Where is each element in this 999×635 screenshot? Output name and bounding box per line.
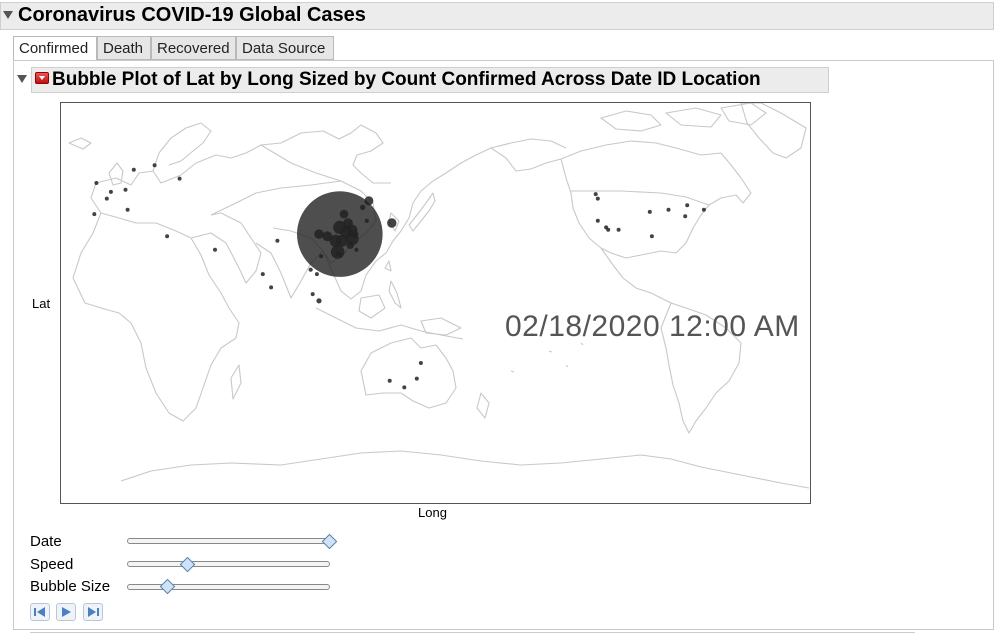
bubble-point[interactable] [387,218,397,228]
bubble-point[interactable] [314,229,324,239]
map-canada [560,140,752,204]
bubble-point[interactable] [316,298,322,304]
map-usa-west [560,158,612,254]
date-slider-label: Date [30,533,62,550]
bubble-point[interactable] [336,234,348,247]
map-madagascar [230,364,242,400]
bubble-point[interactable] [322,231,333,242]
bubble-point[interactable] [683,214,688,219]
map-australia [360,337,457,409]
bubble-point[interactable] [593,192,598,197]
bubble-point[interactable] [647,209,652,214]
map-usa [610,194,744,259]
bubble-plot[interactable] [61,103,810,503]
bubble-point[interactable] [402,385,407,390]
bubble-size-slider[interactable] [127,584,330,590]
bubble-size-slider-label: Bubble Size [30,578,111,595]
bubble-point[interactable] [335,252,340,257]
bubble-point[interactable] [260,272,265,277]
bubble-point[interactable] [595,196,600,201]
map-borneo [358,294,386,319]
map-greenland [740,103,807,159]
map-alaska [490,147,562,172]
map-scandinavia [152,122,212,172]
tab-recovered[interactable]: Recovered [151,36,236,60]
bubble-point[interactable] [319,254,324,259]
date-slider[interactable] [127,538,330,544]
map-iceland [68,137,92,150]
report-title: Bubble Plot of Lat by Long Sized by Coun… [52,69,761,90]
window-title: Coronavirus COVID-19 Global Cases [18,4,366,26]
bubble-point[interactable] [330,245,345,259]
map-taiwan [384,260,392,272]
bubble-point[interactable] [308,267,313,272]
speed-slider[interactable] [127,561,330,567]
step-back-button[interactable] [30,603,50,621]
bubble-point[interactable] [595,218,600,223]
bubble-point[interactable] [213,247,217,252]
step-forward-button[interactable] [83,603,103,621]
map-middle-east [190,212,262,284]
bubble-point[interactable] [685,203,690,208]
bottom-divider [30,632,915,633]
bubble-plot-frame[interactable] [60,102,811,504]
bubble-point[interactable] [364,196,374,206]
bubble-point[interactable] [604,225,609,230]
tab-data-source[interactable]: Data Source [236,36,334,60]
map-new-zealand [476,392,490,419]
play-icon [62,607,71,617]
collapse-report-icon[interactable] [17,75,27,83]
bubble-point[interactable] [131,167,136,172]
map-africa [72,212,240,422]
bubble-point[interactable] [108,189,113,194]
bubble-point[interactable] [666,207,671,212]
collapse-outline-icon[interactable] [3,11,13,19]
bubble-point[interactable] [360,204,366,211]
bubble-point[interactable] [314,272,319,277]
step-back-icon [34,607,45,617]
bubble-point[interactable] [94,181,99,185]
bubble-point[interactable] [418,361,423,365]
bubble-point[interactable] [177,176,182,181]
speed-slider-label: Speed [30,556,74,573]
bubble-point[interactable] [125,207,130,212]
bubble-point[interactable] [343,218,353,228]
bubble-point[interactable] [354,247,359,252]
bubble-series [92,163,706,390]
x-axis-label: Long [418,505,447,520]
step-forward-icon [88,607,99,617]
bubble-point[interactable] [414,376,419,381]
map-us-border [571,190,710,206]
bubble-point[interactable] [350,230,359,239]
bubble-point[interactable] [104,196,109,201]
current-date-overlay: 02/18/2020 12:00 AM [505,310,800,343]
bubble-point[interactable] [346,241,355,249]
bubble-point[interactable] [364,218,369,223]
bubble-point[interactable] [165,234,170,239]
bubble-point[interactable] [123,187,128,192]
bubble-point[interactable] [269,285,274,290]
map-japan [408,192,436,232]
bubble-point[interactable] [701,207,706,212]
map-britain [108,162,124,186]
bubble-point[interactable] [649,234,654,239]
bubble-point[interactable] [339,209,349,219]
map-antarctica [120,450,810,489]
bubble-point[interactable] [616,227,621,232]
map-philippines [388,280,402,309]
bubble-point[interactable] [310,292,315,297]
world-map [68,103,810,489]
bubble-point[interactable] [92,212,97,217]
play-button[interactable] [56,603,76,621]
red-triangle-menu-icon[interactable] [35,72,49,84]
tab-confirmed[interactable]: Confirmed [13,36,97,61]
bubble-point[interactable] [275,238,280,243]
bubble-point[interactable] [152,163,157,168]
y-axis-label: Lat [32,296,51,311]
map-arctic-islands [600,103,767,132]
bubble-point[interactable] [387,378,392,383]
tab-death[interactable]: Death [97,36,151,60]
